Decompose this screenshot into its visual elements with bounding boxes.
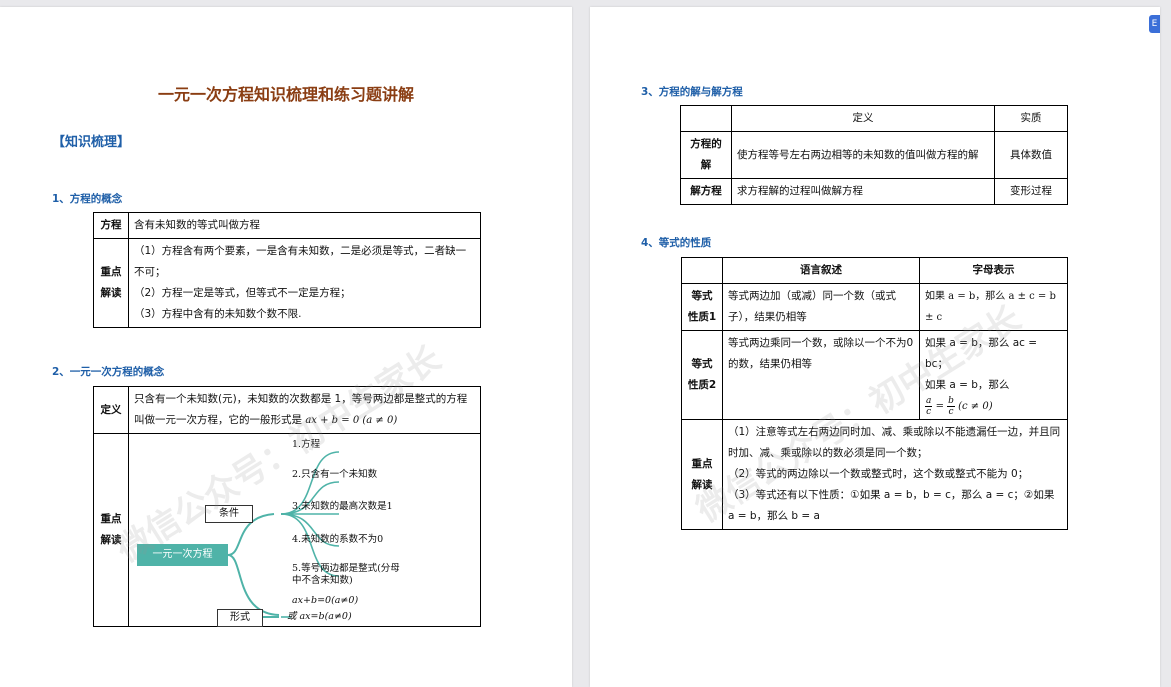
nonzero-condition: (c ≠ 0): [958, 401, 993, 412]
equation-definition: 含有未知数的等式叫做方程: [128, 212, 481, 239]
section-4-title: 4、等式的性质: [641, 237, 712, 249]
property-1-label: 等式性质1: [681, 283, 723, 331]
props-header-statement: 语言叙述: [722, 257, 920, 284]
mindmap-leaf-3: 3.未知数的最高次数是1: [292, 501, 393, 512]
property-2-label: 等式性质2: [681, 330, 723, 420]
solution-row-essence-2: 变形过程: [994, 178, 1068, 205]
property-2-fraction-formula: ac = bc (c ≠ 0): [925, 396, 1062, 417]
row-label-key-points-2: 重点解读: [93, 433, 129, 627]
mindmap-condition-box: 条件: [205, 505, 253, 523]
mindmap: 一元一次方程 条件 形式 1.方程 2.只含有一个未知数 3.未知数的最高次数是…: [129, 434, 476, 627]
mindmap-cell: 一元一次方程 条件 形式 1.方程 2.只含有一个未知数 3.未知数的最高次数是…: [128, 433, 481, 627]
document-title: 一元一次方程知识梳理和练习题讲解: [157, 85, 414, 104]
branch-root-form: [227, 554, 280, 616]
props-header-symbols: 字母表示: [919, 257, 1068, 284]
property-note-1: （1）注意等式左右两边同时加、减、乘或除以不能遗漏任一边，并且同时加、减、乘或除…: [728, 426, 1061, 459]
solution-row-label-2: 解方程: [680, 178, 732, 205]
fraction-a-over-c: ac: [925, 396, 933, 417]
linear-equation-table: 定义 只含有一个未知数(元)，未知数的次数都是 1，等号两边都是整式的方程叫做一…: [93, 386, 481, 627]
key-point-2: （2）方程一定是等式，但等式不一定是方程；: [134, 287, 351, 299]
definition-text: 只含有一个未知数(元)，未知数的次数都是 1，等号两边都是整式的方程叫做一元一次…: [134, 393, 468, 426]
property-2-text: 等式两边乘同一个数，或除以一个不为0的数，结果仍相等: [722, 330, 920, 420]
props-header-blank: [681, 257, 723, 284]
solution-header-essence: 实质: [994, 105, 1068, 132]
document-page-left: 一元一次方程知识梳理和练习题讲解 【知识梳理】 1、方程的概念 方程 含有未知数…: [0, 7, 572, 687]
solution-row-def-1: 使方程等号左右两边相等的未知数的值叫做方程的解: [731, 131, 995, 179]
mindmap-leaf-1: 1.方程: [292, 439, 321, 450]
key-point-1: （1）方程含有两个要素，一是含有未知数，二是必须是等式，二者缺一不可；: [134, 245, 467, 278]
equality-properties-table: 语言叙述 字母表示 等式性质1 等式两边加（或减）同一个数（或式子），结果仍相等…: [681, 257, 1068, 530]
row-label-definition: 定义: [93, 386, 129, 434]
property-2-formula-cell: 如果 a = b，那么 ac = bc； 如果 a = b，那么 ac = bc…: [919, 330, 1068, 420]
section-2-title: 2、一元一次方程的概念: [52, 366, 165, 378]
solution-header-definition: 定义: [731, 105, 995, 132]
section-3-title: 3、方程的解与解方程: [641, 86, 743, 98]
document-page-right: E 3、方程的解与解方程 定义 实质 方程的解 使方程等号左右两边相等的未知数的…: [590, 7, 1160, 687]
solution-row-essence-1: 具体数值: [994, 131, 1068, 179]
section-1-title: 1、方程的概念: [52, 193, 123, 205]
property-1-text: 等式两边加（或减）同一个数（或式子），结果仍相等: [722, 283, 920, 331]
knowledge-heading: 【知识梳理】: [52, 135, 131, 150]
mindmap-leaf-4: 4.未知数的系数不为0: [292, 534, 384, 545]
solution-row-label-1: 方程的解: [680, 131, 732, 179]
side-panel-tab[interactable]: E: [1149, 15, 1160, 33]
property-3-label: 重点解读: [681, 419, 723, 530]
fraction-b-over-c: bc: [947, 396, 955, 417]
solution-table: 定义 实质 方程的解 使方程等号左右两边相等的未知数的值叫做方程的解 具体数值 …: [680, 105, 1068, 205]
mindmap-leaf-2: 2.只含有一个未知数: [292, 469, 378, 480]
mindmap-root: 一元一次方程: [137, 544, 228, 566]
property-2-formula-2: 如果 a = b，那么: [925, 379, 1010, 391]
property-2-formula-1: 如果 a = b，那么 ac = bc；: [925, 337, 1038, 370]
key-points-cell: （1）方程含有两个要素，一是含有未知数，二是必须是等式，二者缺一不可； （2）方…: [128, 238, 481, 328]
property-note-2: （2）等式的两边除以一个数或整式时，这个数或整式不能为 0；: [728, 468, 1029, 480]
mindmap-leaf-5: 5.等号两边都是整式(分母中不含未知数): [292, 563, 400, 586]
mindmap-form-1: ax+b=0(a≠0): [292, 595, 359, 606]
row-label-key-points: 重点解读: [93, 238, 129, 328]
property-1-formula: 如果 a = b，那么 a ± c = b ± c: [919, 283, 1068, 331]
property-note-3: （3）等式还有以下性质：①如果 a = b，b = c，那么 a = c；②如果…: [728, 489, 1055, 522]
row-label-equation: 方程: [93, 212, 129, 239]
solution-header-blank: [680, 105, 732, 132]
equation-concept-table: 方程 含有未知数的等式叫做方程 重点解读 （1）方程含有两个要素，一是含有未知数…: [93, 212, 481, 328]
linear-equation-definition: 只含有一个未知数(元)，未知数的次数都是 1，等号两边都是整式的方程叫做一元一次…: [128, 386, 481, 434]
solution-row-def-2: 求方程解的过程叫做解方程: [731, 178, 995, 205]
key-point-3: （3）方程中含有的未知数个数不限.: [134, 308, 302, 320]
property-3-notes: （1）注意等式左右两边同时加、减、乘或除以不能遗漏任一边，并且同时加、减、乘或除…: [722, 419, 1068, 530]
general-form-formula: ax + b = 0 (a ≠ 0): [305, 415, 398, 426]
mindmap-form-box: 形式: [217, 609, 263, 627]
mindmap-form-2: 或 ax=b(a≠0): [287, 611, 352, 622]
equals-sign: =: [935, 401, 944, 412]
